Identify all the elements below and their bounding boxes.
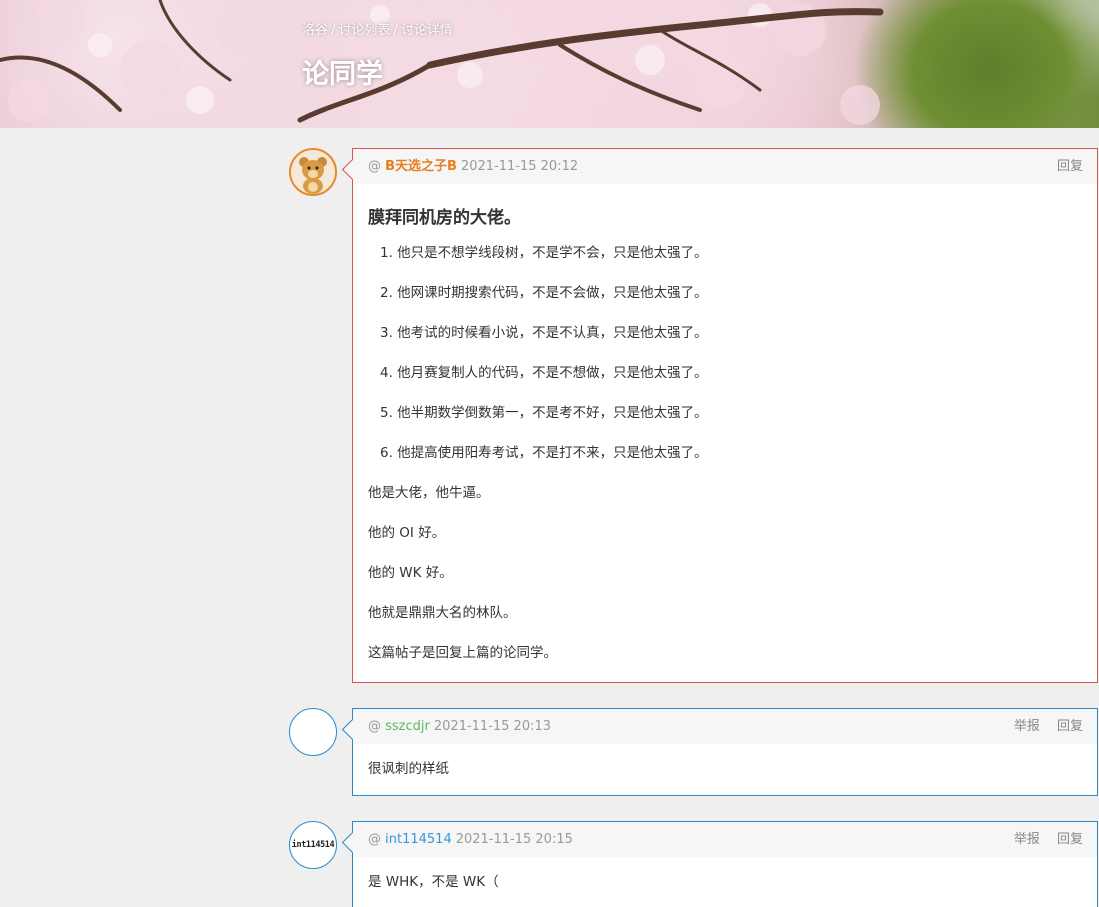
- paragraph: 他是大佬，他牛逼。: [368, 485, 490, 501]
- list-item: 4. 他月赛复制人的代码，不是不想做，只是他太强了。: [380, 365, 708, 381]
- post-header: @ int114514 2021-11-15 20:15 举报 回复: [353, 822, 1097, 857]
- post-header: @ B天选之子B 2021-11-15 20:12 回复: [353, 149, 1097, 184]
- list-item: 1. 他只是不想学线段树，不是学不会，只是他太强了。: [380, 245, 708, 261]
- paragraph: 是 WHK，不是 WK（: [368, 874, 499, 890]
- post-header: @ sszcdjr 2021-11-15 20:13 举报 回复: [353, 709, 1097, 744]
- username-link[interactable]: int114514: [385, 832, 452, 847]
- paragraph: 他的 OI 好。: [368, 525, 446, 541]
- paragraph: 他就是鼎鼎大名的林队。: [368, 605, 517, 621]
- bear-avatar-icon: [291, 150, 335, 194]
- username-link[interactable]: B天选之子B: [385, 159, 457, 174]
- breadcrumb-home-link[interactable]: 洛谷: [302, 23, 328, 38]
- post-actions: 举报 回复: [1001, 709, 1083, 744]
- avatar-text: int114514: [291, 840, 335, 850]
- list-item: 2. 他网课时期搜索代码，不是不会做，只是他太强了。: [380, 285, 708, 301]
- list-item: 5. 他半期数学倒数第一，不是考不好，只是他太强了。: [380, 405, 708, 421]
- avatar[interactable]: [289, 148, 337, 196]
- post-actions: 举报 回复: [1001, 822, 1083, 857]
- header-banner: 洛谷 / 讨论列表 / 讨论详情 论同学: [0, 0, 1099, 128]
- post-card: @ sszcdjr 2021-11-15 20:13 举报 回复 很讽刺的样纸: [352, 708, 1098, 796]
- post-time: 2021-11-15 20:12: [460, 159, 579, 174]
- at-symbol: @: [368, 159, 386, 174]
- cherry-blossom-background: [0, 0, 884, 128]
- breadcrumb-current: 讨论详情: [400, 23, 453, 38]
- post-card: @ int114514 2021-11-15 20:15 举报 回复 是 WHK，…: [352, 821, 1098, 907]
- post-list: 1. 他只是不想学线段树，不是学不会，只是他太强了。 2. 他网课时期搜索代码，…: [368, 244, 1082, 463]
- breadcrumb: 洛谷 / 讨论列表 / 讨论详情: [302, 23, 453, 38]
- post-content: 膜拜同机房的大佬。 1. 他只是不想学线段树，不是学不会，只是他太强了。 2. …: [353, 184, 1097, 679]
- paragraph: 很讽刺的样纸: [368, 761, 449, 777]
- paragraph: 这篇帖子是回复上篇的论同学。: [368, 645, 557, 661]
- at-symbol: @: [368, 832, 386, 847]
- post-time: 2021-11-15 20:13: [433, 719, 552, 734]
- post-card: @ B天选之子B 2021-11-15 20:12 回复 膜拜同机房的大佬。 1.…: [352, 148, 1098, 683]
- avatar[interactable]: [289, 708, 337, 756]
- username-link[interactable]: sszcdjr: [385, 719, 430, 734]
- report-button[interactable]: 举报: [1014, 832, 1040, 847]
- post-time: 2021-11-15 20:15: [455, 832, 573, 847]
- breadcrumb-discussion-list-link[interactable]: 讨论列表: [338, 23, 390, 38]
- paragraph: 他的 WK 好。: [368, 565, 453, 581]
- reply-button[interactable]: 回复: [1057, 719, 1083, 734]
- reply-button[interactable]: 回复: [1057, 832, 1083, 847]
- at-symbol: @: [368, 719, 386, 734]
- list-item: 6. 他提高使用阳寿考试，不是打不来，只是他太强了。: [380, 445, 708, 461]
- post-heading: 膜拜同机房的大佬。: [368, 208, 521, 228]
- list-item: 3. 他考试的时候看小说，不是不认真，只是他太强了。: [380, 325, 708, 341]
- report-button[interactable]: 举报: [1014, 719, 1040, 734]
- avatar[interactable]: int114514: [289, 821, 337, 869]
- post-content: 是 WHK，不是 WK（: [353, 857, 1097, 907]
- page-title: 论同学: [302, 59, 383, 90]
- post-actions: 回复: [1044, 149, 1083, 184]
- post-content: 很讽刺的样纸: [353, 744, 1097, 795]
- reply-button[interactable]: 回复: [1057, 159, 1083, 174]
